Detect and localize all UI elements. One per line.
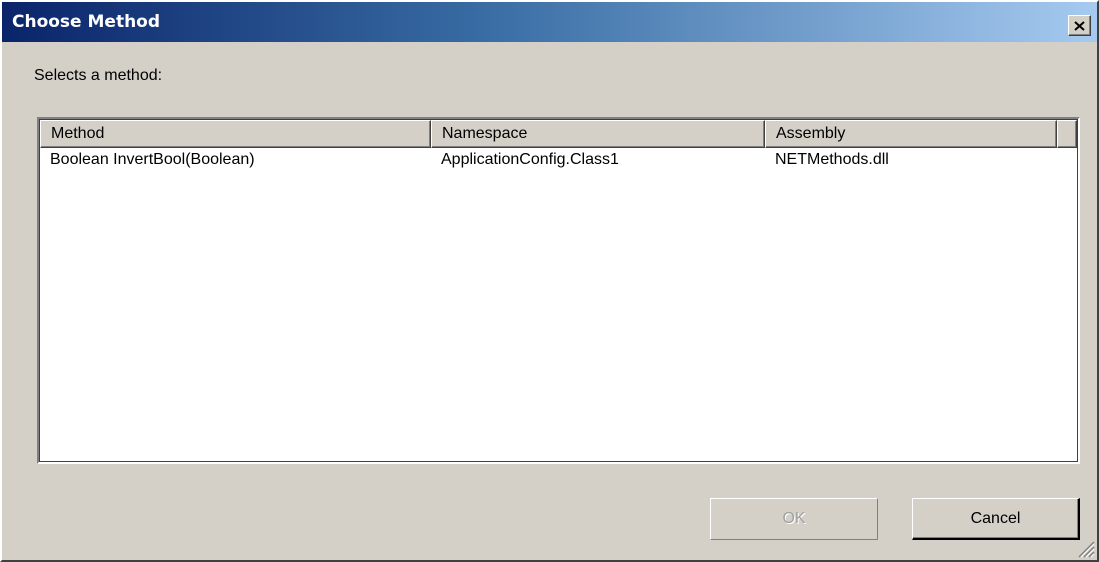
close-button[interactable] <box>1068 15 1091 36</box>
instruction-label: Selects a method: <box>34 67 163 84</box>
cell-method: Boolean InvertBool(Boolean) <box>50 151 255 168</box>
cell-namespace: ApplicationConfig.Class1 <box>441 151 619 168</box>
close-icon <box>1074 20 1085 31</box>
window-title: Choose Method <box>12 12 161 32</box>
method-list[interactable]: Method Namespace Assembly Boolean Invert… <box>37 117 1080 464</box>
column-header-namespace[interactable]: Namespace <box>431 120 765 148</box>
list-item[interactable]: Boolean InvertBool(Boolean) ApplicationC… <box>40 149 1077 173</box>
resize-grip-icon[interactable] <box>1073 536 1095 558</box>
column-header-assembly[interactable]: Assembly <box>765 120 1057 148</box>
cancel-button[interactable]: Cancel <box>912 498 1080 540</box>
title-bar[interactable]: Choose Method <box>2 2 1097 42</box>
choose-method-dialog: Choose Method Selects a method: Method N… <box>0 0 1099 562</box>
cell-assembly: NETMethods.dll <box>775 151 889 168</box>
column-header-filler <box>1057 120 1077 148</box>
list-header: Method Namespace Assembly <box>40 120 1077 148</box>
column-header-method[interactable]: Method <box>40 120 431 148</box>
ok-button[interactable]: OK <box>710 498 878 540</box>
